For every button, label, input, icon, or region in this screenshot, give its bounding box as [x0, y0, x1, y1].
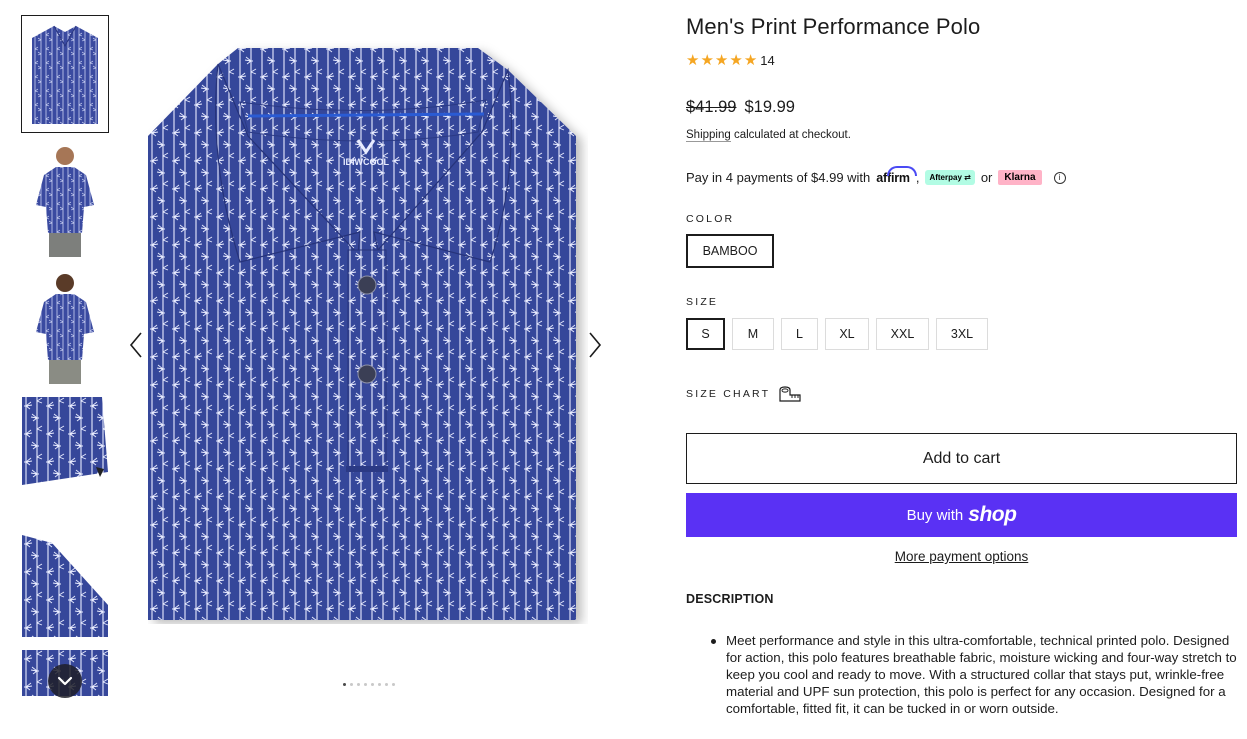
size-chart-link[interactable]: SIZE CHART — [686, 386, 802, 402]
size-option-3xl[interactable]: 3XL — [936, 318, 988, 350]
description-bullet: Meet performance and style in this ultra… — [708, 632, 1240, 717]
size-option-l[interactable]: L — [781, 318, 818, 350]
or-text: or — [980, 170, 993, 185]
next-image-button[interactable] — [585, 328, 605, 362]
description-list: Meet performance and style in this ultra… — [708, 632, 1240, 717]
buy-with-label: Buy with — [906, 506, 964, 524]
afterpay-logo[interactable]: Afterpay ⇄ — [925, 170, 975, 185]
image-pagination-dots — [343, 683, 395, 686]
installments-text: Pay in 4 payments of $4.99 with — [686, 170, 871, 185]
pagination-dot[interactable] — [392, 683, 395, 686]
thumb-model-front[interactable] — [22, 143, 108, 259]
rating-count: 14 — [760, 53, 775, 68]
rating[interactable]: ★ ★ ★ ★ ★ 14 — [686, 53, 775, 68]
pagination-dot[interactable] — [343, 683, 346, 686]
main-product-image[interactable]: IDIWCOOL — [148, 40, 588, 624]
star-icon: ★ — [686, 52, 700, 69]
pagination-dot[interactable] — [378, 683, 381, 686]
star-icon: ★ — [729, 52, 743, 69]
thumb-fabric-detail[interactable] — [22, 397, 108, 487]
thumb-model-back[interactable] — [22, 270, 108, 386]
pagination-dot[interactable] — [357, 683, 360, 686]
size-option-xl[interactable]: XL — [825, 318, 869, 350]
description-heading: DESCRIPTION — [686, 592, 774, 606]
star-icon: ★ — [743, 52, 758, 69]
color-option-bamboo[interactable]: BAMBOO — [686, 234, 774, 268]
size-option-m[interactable]: M — [732, 318, 774, 350]
afterpay-logo-text: Afterpay — [929, 173, 962, 182]
pagination-dot[interactable] — [364, 683, 367, 686]
chevron-left-icon — [129, 332, 142, 358]
sale-price: $19.99 — [744, 98, 795, 116]
shop-logo: shop — [968, 503, 1017, 526]
thumb-flat-lay[interactable] — [21, 15, 109, 133]
compare-at-price: $41.99 — [686, 98, 737, 116]
price: $41.99 $19.99 — [686, 98, 795, 117]
installments-row: Pay in 4 payments of $4.99 with affirm ,… — [686, 165, 1066, 185]
info-icon[interactable]: i — [1053, 171, 1066, 184]
size-option-s[interactable]: S — [686, 318, 725, 350]
chevron-down-icon — [57, 676, 73, 686]
size-chart-label: SIZE CHART — [686, 388, 771, 400]
chevron-right-icon — [589, 332, 602, 358]
pagination-dot[interactable] — [385, 683, 388, 686]
product-title: Men's Print Performance Polo — [686, 14, 981, 39]
more-payment-options-link[interactable]: More payment options — [686, 549, 1237, 564]
shipping-note-text: calculated at checkout. — [730, 129, 851, 141]
buy-with-shop-button[interactable]: Buy with shop — [686, 493, 1237, 537]
star-icon: ★ — [700, 52, 714, 69]
svg-text:IDIWCOOL: IDIWCOOL — [343, 157, 389, 167]
color-label: COLOR — [686, 213, 735, 225]
thumb-sleeve-detail[interactable] — [22, 535, 108, 637]
klarna-logo[interactable]: Klarna — [998, 170, 1042, 185]
add-to-cart-button[interactable]: Add to cart — [686, 433, 1237, 484]
ruler-icon — [779, 386, 801, 402]
star-icon: ★ — [714, 52, 729, 69]
affirm-logo[interactable]: affirm — [876, 165, 918, 185]
pagination-dot[interactable] — [371, 683, 374, 686]
pagination-dot[interactable] — [350, 683, 353, 686]
size-label: SIZE — [686, 296, 719, 308]
thumbnail-scroll-down-button[interactable] — [48, 664, 82, 698]
shipping-note: Shipping calculated at checkout. — [686, 129, 851, 142]
size-option-xxl[interactable]: XXL — [876, 318, 929, 350]
shipping-link[interactable]: Shipping — [686, 129, 731, 142]
previous-image-button[interactable] — [126, 328, 146, 362]
